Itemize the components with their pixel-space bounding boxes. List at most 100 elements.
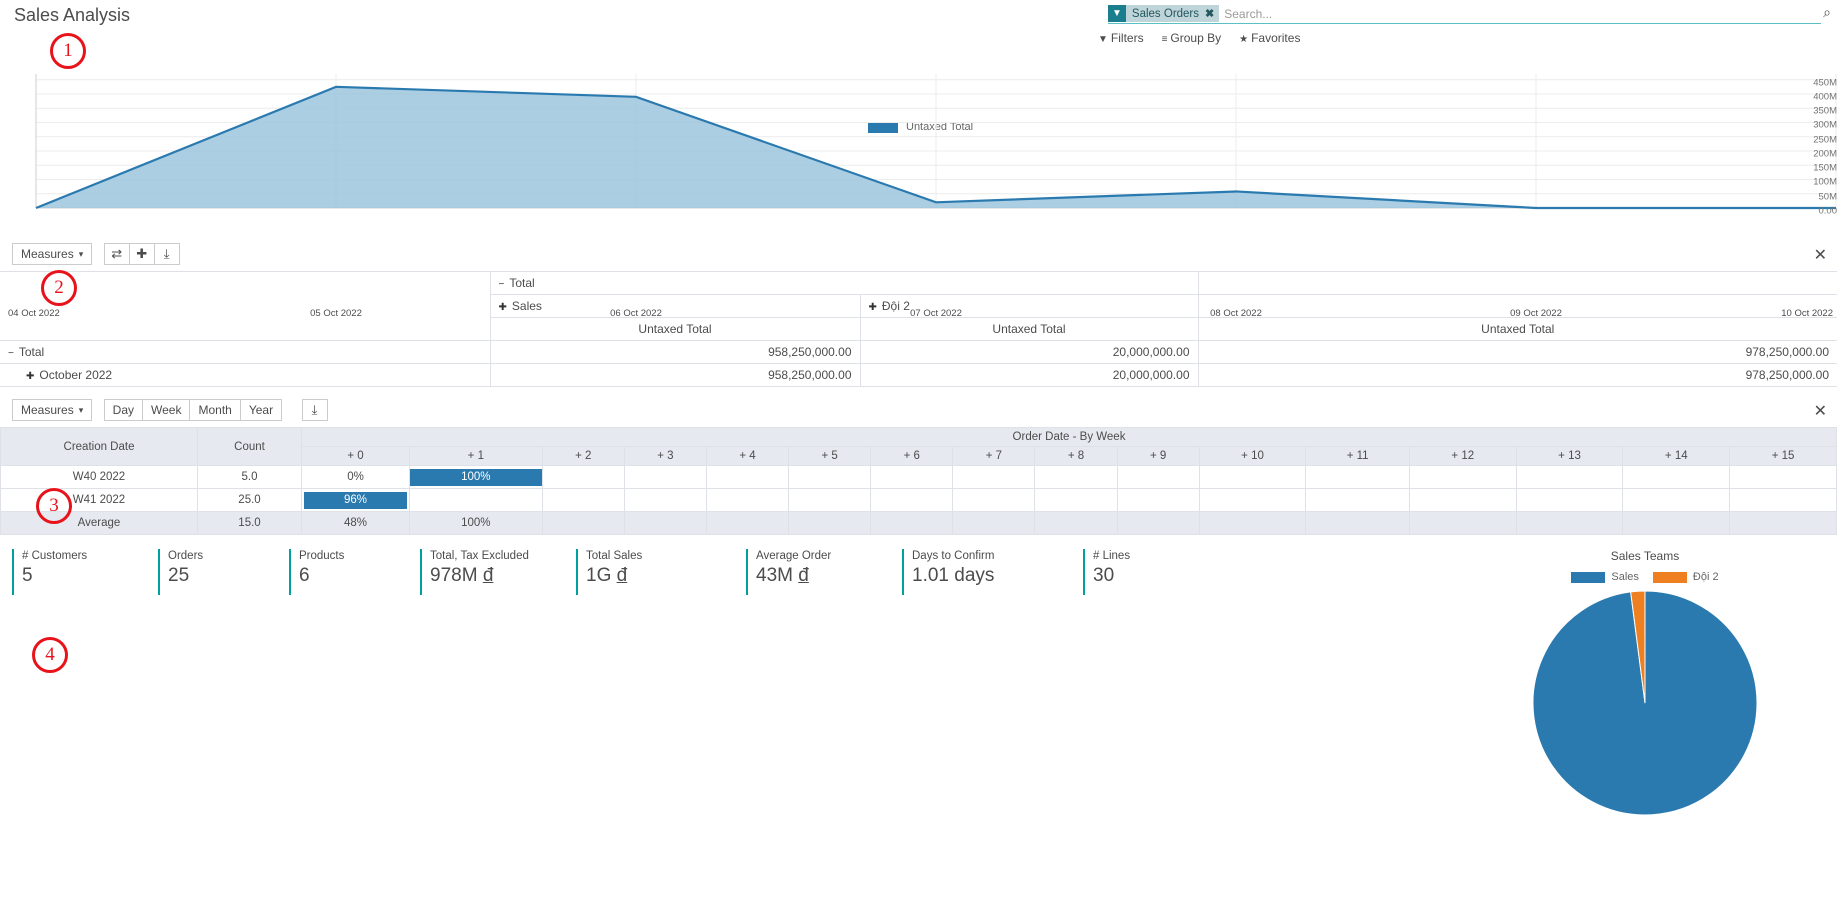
plus-icon: ✚	[499, 302, 507, 313]
kpi-label: Days to Confirm	[912, 549, 1083, 564]
download-xlsx-button[interactable]: ⤓	[302, 399, 328, 421]
cohort-interval-week-button[interactable]: Week	[142, 399, 190, 421]
cohort-cell	[1623, 466, 1730, 489]
pie-legend-label-doi-2: Đội 2	[1693, 571, 1719, 583]
search-facet-label: Sales Orders	[1132, 8, 1199, 20]
pivot-row-header[interactable]: −Total	[0, 341, 490, 364]
cohort-cell	[1516, 489, 1623, 512]
cohort-period-header: + 12	[1409, 447, 1516, 466]
cohort-row-count[interactable]: 5.0	[198, 466, 302, 489]
chart-y-tick: 200M	[1805, 148, 1837, 159]
cohort-cell	[953, 489, 1035, 512]
search-input[interactable]	[1219, 5, 1821, 23]
close-icon[interactable]: ✖	[1205, 7, 1214, 20]
download-xlsx-button[interactable]: ⤓	[154, 243, 180, 265]
chart-y-tick: 250M	[1805, 134, 1837, 145]
favorites-menu[interactable]: ★Favorites	[1239, 31, 1300, 45]
pivot-cell[interactable]: 978,250,000.00	[1198, 341, 1837, 364]
cohort-row-date: W41 2022	[1, 489, 198, 512]
cohort-cell-bar: 100%	[410, 469, 542, 486]
flip-axis-button[interactable]: ⇄	[104, 243, 130, 265]
cohort-cell	[1117, 489, 1199, 512]
cohort-period-header: + 13	[1516, 447, 1623, 466]
cohort-interval-day-button[interactable]: Day	[104, 399, 143, 421]
cohort-table-head: Creation Date Count Order Date - By Week…	[1, 428, 1837, 466]
cohort-col-count: Count	[198, 428, 302, 466]
expand-all-button[interactable]: ✚	[129, 243, 155, 265]
pivot-cell[interactable]: 20,000,000.00	[860, 341, 1198, 364]
chart-y-tick: 300M	[1805, 120, 1837, 131]
cohort-cell[interactable]: 96%	[302, 489, 410, 512]
kpi-card[interactable]: Average Order 43M đ	[746, 549, 902, 595]
kpi-value: 25	[168, 564, 289, 588]
pivot-table: −Total ✚Sales ✚Đội 2 Untaxed Total Untax…	[0, 271, 1837, 387]
pivot-cell[interactable]: 978,250,000.00	[1198, 364, 1837, 387]
kpi-label: Orders	[168, 549, 289, 564]
kpi-card[interactable]: # Customers 5	[12, 549, 158, 595]
kpi-card[interactable]: # Lines 30	[1083, 549, 1303, 595]
cohort-cell	[1199, 489, 1306, 512]
cohort-cell	[542, 466, 624, 489]
cohort-cell	[871, 466, 953, 489]
pivot-col-total-group[interactable]: −Total	[490, 272, 1198, 295]
pivot-fullscreen-button[interactable]: ✕	[1814, 245, 1827, 265]
cohort-row-count[interactable]: 15.0	[198, 512, 302, 535]
filters-menu[interactable]: ▼Filters	[1098, 31, 1144, 45]
kpi-card[interactable]: Orders 25	[158, 549, 289, 595]
cohort-table-body: W40 20225.00%100%W41 202225.096%Average1…	[1, 466, 1837, 535]
pivot-col-sales[interactable]: ✚Sales	[490, 295, 860, 318]
pivot-table-head: −Total ✚Sales ✚Đội 2 Untaxed Total Untax…	[0, 272, 1837, 341]
cohort-interval-month-button[interactable]: Month	[189, 399, 240, 421]
pie-chart-title: Sales Teams	[1465, 549, 1825, 563]
cohort-cell	[789, 512, 871, 535]
cohort-cell	[789, 466, 871, 489]
chart-y-tick: 450M	[1805, 77, 1837, 88]
kpi-card[interactable]: Products 6	[289, 549, 420, 595]
pie-legend-item-sales[interactable]: Sales	[1571, 571, 1639, 583]
pie-chart-graphic	[1465, 583, 1825, 828]
cohort-cell	[1409, 512, 1516, 535]
cohort-measures-button[interactable]: Measures ▾	[12, 399, 92, 421]
cohort-interval-buttons: DayWeekMonthYear	[105, 399, 282, 421]
chart-x-tick: 04 Oct 2022	[8, 308, 60, 319]
search-icon[interactable]: ⌕	[1823, 4, 1831, 21]
chevron-down-icon: ▾	[79, 405, 84, 416]
plus-icon: ✚	[869, 302, 877, 313]
sales-teams-pie-panel: Sales Teams Sales Đội 2	[1465, 549, 1825, 595]
kpi-card[interactable]: Total Sales 1G đ	[576, 549, 746, 595]
cohort-cell[interactable]: 100%	[410, 466, 543, 489]
cohort-cell[interactable]: 48%	[302, 512, 410, 535]
pivot-cell[interactable]: 958,250,000.00	[490, 341, 860, 364]
cohort-cell	[1035, 489, 1117, 512]
kpi-card[interactable]: Days to Confirm 1.01 days	[902, 549, 1083, 595]
pivot-cell[interactable]: 20,000,000.00	[860, 364, 1198, 387]
cohort-cell[interactable]: 0%	[302, 466, 410, 489]
search-facet-sales-orders[interactable]: ▼ Sales Orders ✖	[1108, 5, 1219, 22]
pivot-col-total-label: Total	[509, 276, 534, 290]
cohort-cell	[789, 489, 871, 512]
kpi-value: 5	[22, 564, 158, 588]
cohort-cell	[1306, 466, 1410, 489]
legend-swatch-sales	[1571, 572, 1605, 583]
cohort-cell[interactable]: 100%	[410, 512, 543, 535]
cohort-cell	[1306, 489, 1410, 512]
pivot-row-header[interactable]: ✚October 2022	[0, 364, 490, 387]
annotation-badge-1: 1	[50, 33, 86, 69]
cohort-cell	[953, 512, 1035, 535]
cohort-fullscreen-button[interactable]: ✕	[1814, 401, 1827, 421]
pivot-cell[interactable]: 958,250,000.00	[490, 364, 860, 387]
pivot-toolbar: Measures ▾ ⇄ ✚ ⤓ ✕	[0, 237, 1837, 271]
kpi-label: Average Order	[756, 549, 902, 564]
cohort-interval-year-button[interactable]: Year	[240, 399, 282, 421]
pie-legend-item-doi-2[interactable]: Đội 2	[1653, 571, 1719, 583]
cohort-period-header: + 4	[706, 447, 788, 466]
chart-x-tick: 06 Oct 2022	[610, 308, 662, 319]
cohort-period-header: + 2	[542, 447, 624, 466]
search-bar[interactable]: ▼ Sales Orders ✖	[1108, 5, 1821, 24]
chart-y-tick: 0.00	[1805, 206, 1837, 217]
group-by-menu[interactable]: ≡Group By	[1162, 31, 1222, 45]
cohort-row-count[interactable]: 25.0	[198, 489, 302, 512]
kpi-card[interactable]: Total, Tax Excluded 978M đ	[420, 549, 576, 595]
pivot-measures-button[interactable]: Measures ▾	[12, 243, 92, 265]
pivot-col-doi-2-label: Đội 2	[882, 299, 910, 313]
